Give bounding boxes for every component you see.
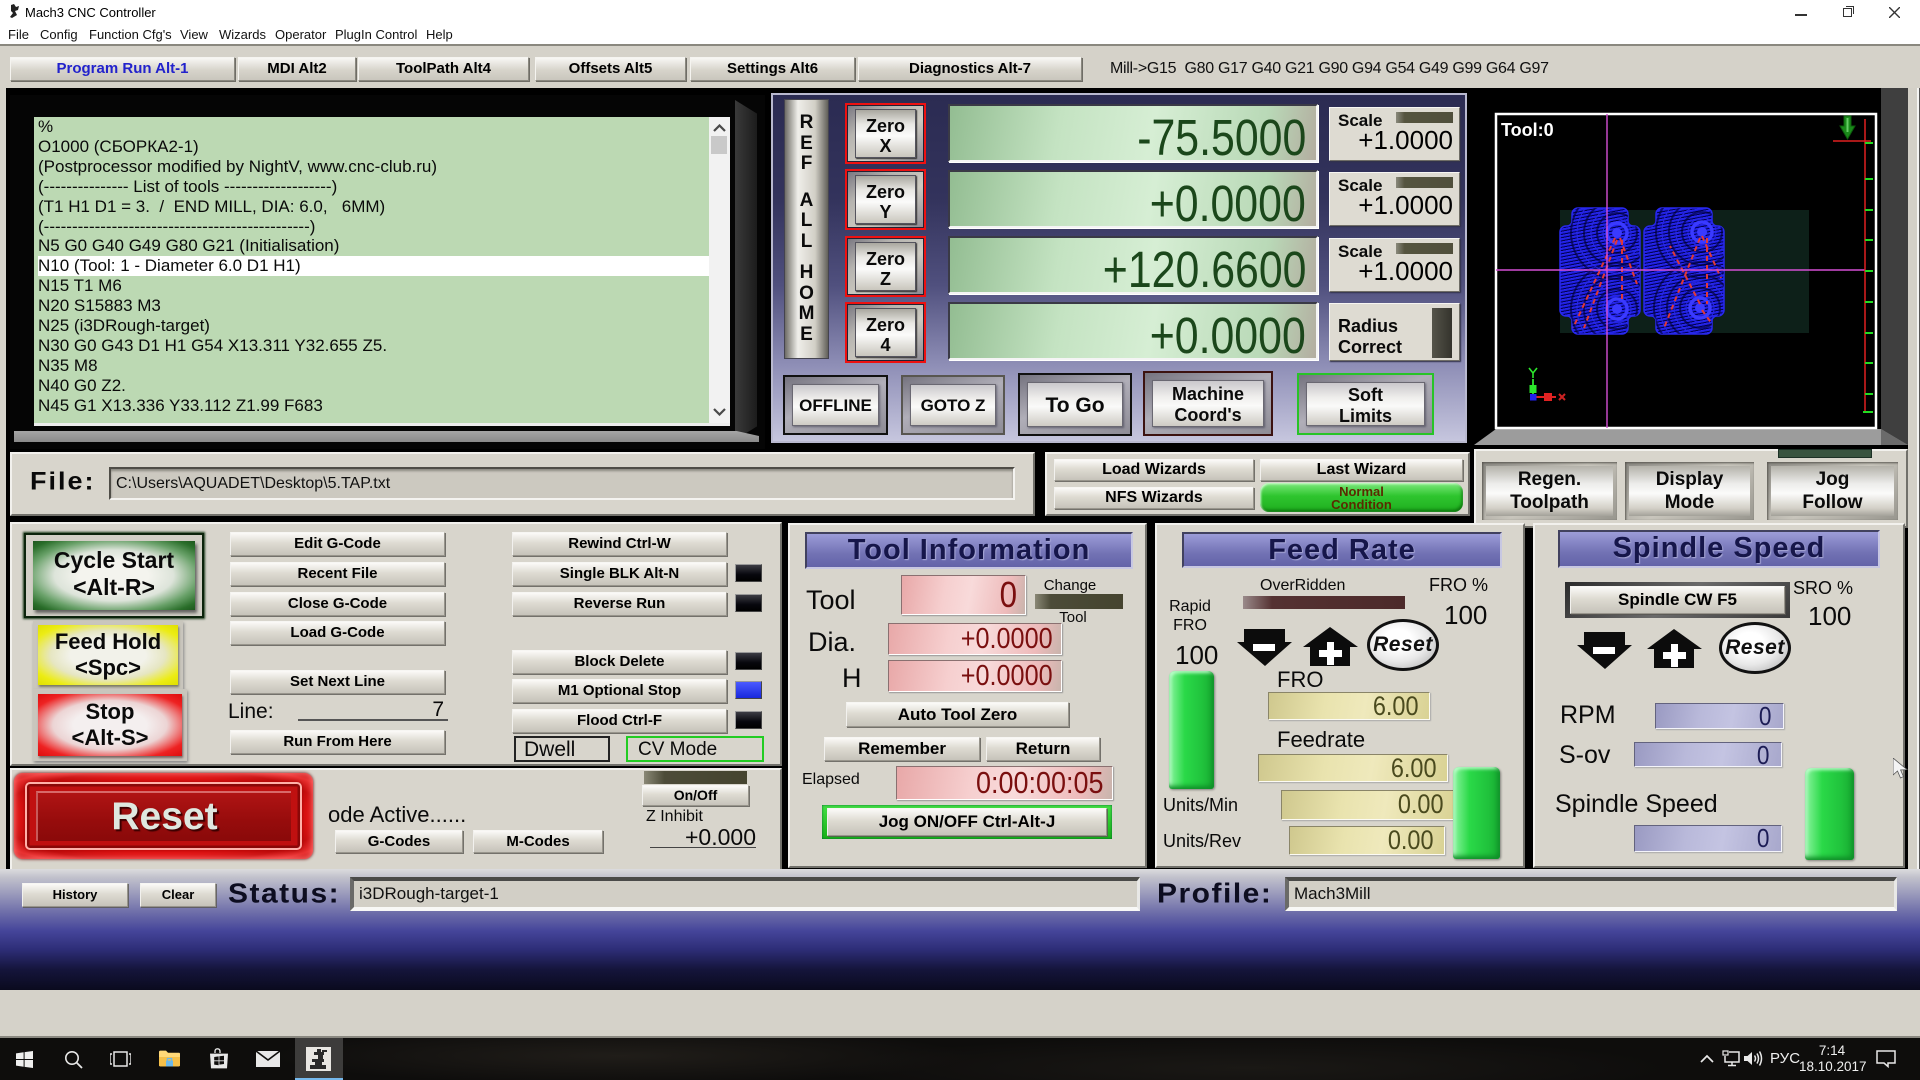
- svg-text:Tool:0: Tool:0: [1501, 120, 1554, 140]
